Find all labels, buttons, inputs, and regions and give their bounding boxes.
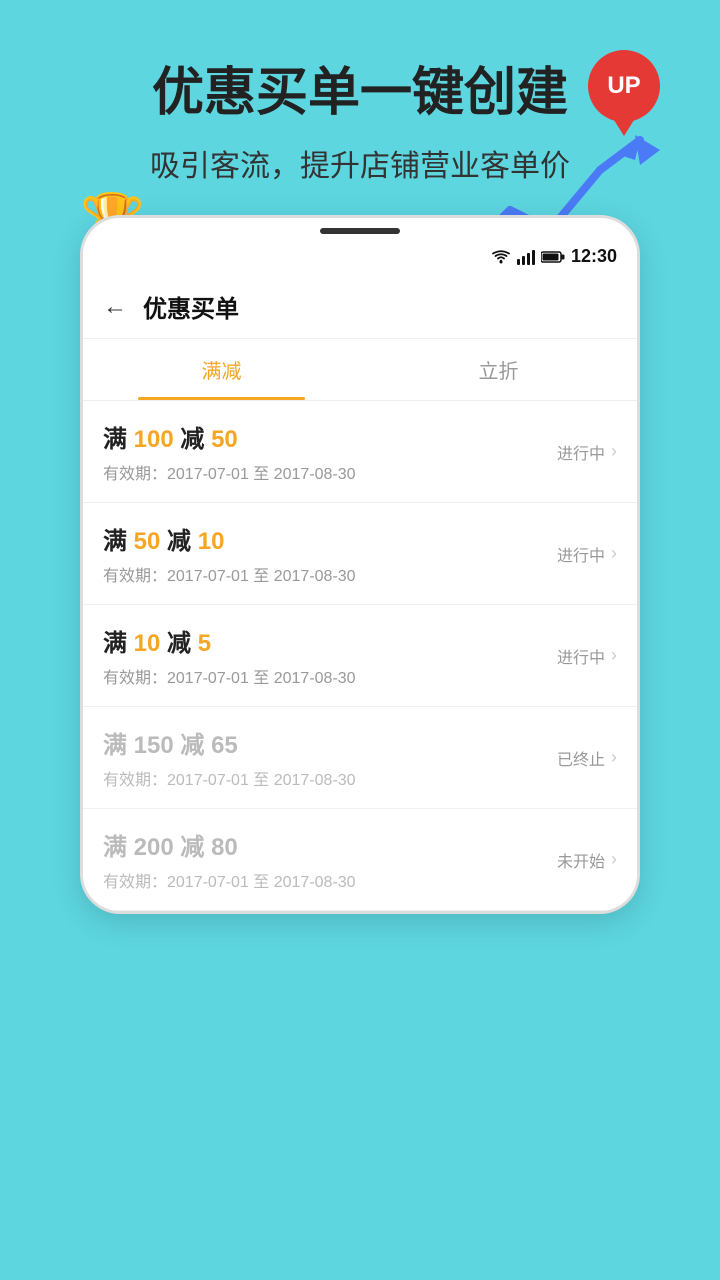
deal-date-2: 有效期：2017-07-01 至 2017-08-30 <box>103 562 557 586</box>
deal-info-4: 满 150 减 65 有效期：2017-07-01 至 2017-08-30 <box>103 725 557 790</box>
deal-main-2: 满 50 减 10 <box>103 521 557 556</box>
deal-status-5: 未开始› <box>557 848 617 872</box>
status-icons: 12:30 <box>491 246 617 267</box>
status-time: 12:30 <box>571 246 617 267</box>
deal-status-2: 进行中› <box>557 542 617 566</box>
deal-item-1[interactable]: 满 100 减 50 有效期：2017-07-01 至 2017-08-30进行中… <box>83 401 637 503</box>
signal-icon <box>517 249 535 265</box>
deal-main-1: 满 100 减 50 <box>103 419 557 454</box>
back-button[interactable]: ← <box>103 293 127 321</box>
chevron-icon: › <box>611 543 617 564</box>
deal-date-5: 有效期：2017-07-01 至 2017-08-30 <box>103 868 557 892</box>
deal-status-4: 已终止› <box>557 746 617 770</box>
tabs-container: 满减 立折 <box>83 339 637 401</box>
deal-status-3: 进行中› <box>557 644 617 668</box>
deal-main-5: 满 200 减 80 <box>103 827 557 862</box>
battery-icon <box>541 250 565 264</box>
deal-item-3[interactable]: 满 10 减 5 有效期：2017-07-01 至 2017-08-30进行中› <box>83 605 637 707</box>
up-badge: UP <box>588 50 660 122</box>
deal-item-4[interactable]: 满 150 减 65 有效期：2017-07-01 至 2017-08-30已终止… <box>83 707 637 809</box>
deal-list: 满 100 减 50有效期：2017-07-01 至 2017-08-30进行中… <box>83 401 637 911</box>
deal-info-2: 满 50 减 10 有效期：2017-07-01 至 2017-08-30 <box>103 521 557 586</box>
phone-notch <box>320 228 400 234</box>
chevron-icon: › <box>611 645 617 666</box>
deal-info-5: 满 200 减 80 有效期：2017-07-01 至 2017-08-30 <box>103 827 557 892</box>
tab-li-zhe[interactable]: 立折 <box>360 339 637 400</box>
nav-title: 优惠买单 <box>143 289 239 324</box>
chevron-icon: › <box>611 747 617 768</box>
deal-info-1: 满 100 减 50 有效期：2017-07-01 至 2017-08-30 <box>103 419 557 484</box>
wifi-icon <box>491 249 511 265</box>
deal-date-3: 有效期：2017-07-01 至 2017-08-30 <box>103 664 557 688</box>
main-title: 优惠买单一键创建 <box>40 50 680 125</box>
chevron-icon: › <box>611 849 617 870</box>
deal-date-4: 有效期：2017-07-01 至 2017-08-30 <box>103 766 557 790</box>
chevron-icon: › <box>611 441 617 462</box>
tab-man-jian[interactable]: 满减 <box>83 339 360 400</box>
deal-info-3: 满 10 减 5 有效期：2017-07-01 至 2017-08-30 <box>103 623 557 688</box>
phone-frame: 12:30 ← 优惠买单 满减 立折 满 100 减 50 有效期：2017-07… <box>80 215 640 914</box>
phone-top-bar <box>83 218 637 238</box>
nav-bar: ← 优惠买单 <box>83 275 637 339</box>
deal-date-1: 有效期：2017-07-01 至 2017-08-30 <box>103 460 557 484</box>
deal-item-2[interactable]: 满 50 减 10 有效期：2017-07-01 至 2017-08-30进行中› <box>83 503 637 605</box>
deal-item-5[interactable]: 满 200 减 80 有效期：2017-07-01 至 2017-08-30未开始… <box>83 809 637 911</box>
phone-mockup: 12:30 ← 优惠买单 满减 立折 满 100 减 50 有效期：2017-07… <box>80 215 640 914</box>
deal-main-3: 满 10 减 5 <box>103 623 557 658</box>
top-section: 优惠买单一键创建 吸引客流，提升店铺营业客单价 UP 🏆 <box>0 0 720 185</box>
status-bar: 12:30 <box>83 238 637 275</box>
deal-main-4: 满 150 减 65 <box>103 725 557 760</box>
deal-status-1: 进行中› <box>557 440 617 464</box>
